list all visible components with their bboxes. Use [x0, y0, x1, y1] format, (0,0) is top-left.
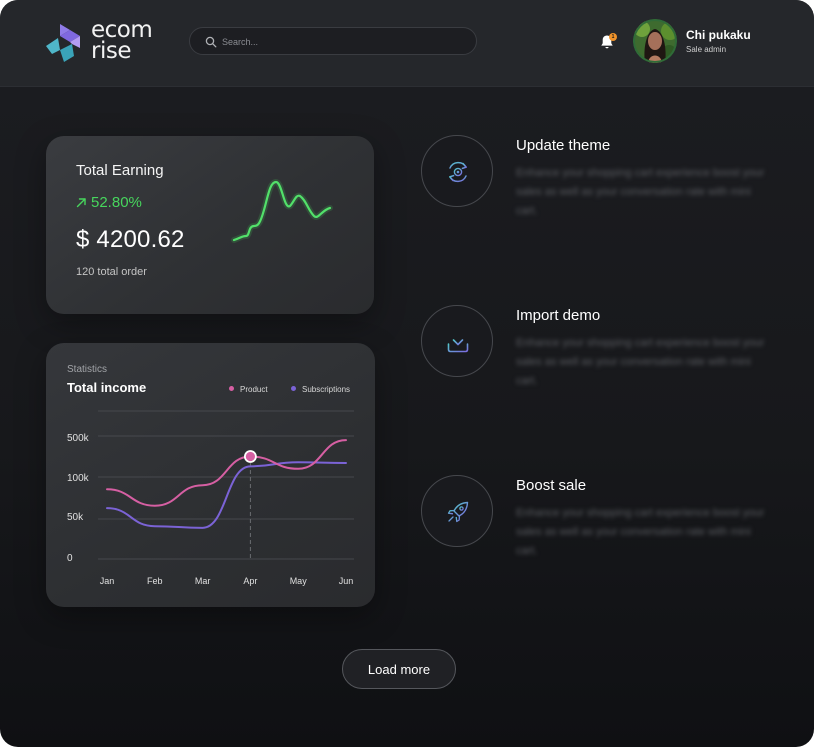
y-tick-label: 50k — [67, 512, 84, 523]
boost-sale-button[interactable] — [421, 475, 493, 547]
gear-sync-icon — [449, 161, 467, 183]
dashboard: ecom rise 1 — [0, 0, 814, 747]
user-name[interactable]: Chi pukaku — [686, 28, 751, 42]
x-tick-label: Feb — [147, 576, 163, 586]
x-tick-label: May — [290, 576, 308, 586]
download-icon — [447, 331, 469, 353]
y-tick-label: 500k — [67, 433, 90, 444]
avatar-image — [633, 19, 677, 63]
import-demo-description: Enhance your shopping cart experience bo… — [516, 337, 765, 387]
y-tick-label: 0 — [67, 553, 73, 564]
notification-badge: 1 — [609, 33, 617, 41]
user-role: Sale admin — [686, 45, 727, 54]
boost-sale-description: Enhance your shopping cart experience bo… — [516, 507, 765, 557]
highlight-point — [243, 450, 257, 463]
x-tick-label: Mar — [195, 576, 211, 586]
x-tick-label: Jan — [100, 576, 115, 586]
brand-name: ecom rise — [91, 17, 153, 64]
earning-percent: 52.80% — [91, 194, 142, 211]
x-tick-label: Apr — [243, 576, 257, 586]
logo-mark-icon — [46, 24, 80, 62]
brand-logo[interactable]: ecom rise — [46, 17, 166, 64]
import-demo-button[interactable] — [421, 305, 493, 377]
y-tick-label: 100k — [67, 473, 90, 484]
rocket-icon — [447, 501, 469, 523]
earning-sparkline — [231, 179, 333, 243]
earning-title: Total Earning — [76, 162, 164, 179]
avatar[interactable] — [633, 19, 677, 63]
search-input[interactable] — [220, 32, 464, 52]
search-bar[interactable] — [189, 27, 477, 55]
search-icon — [205, 36, 217, 48]
income-chart: 500k 100k 50k 0 Jan Feb Mar Apr May Jun — [67, 410, 354, 586]
update-theme-button[interactable] — [421, 135, 493, 207]
x-tick-label: Jun — [339, 576, 354, 586]
top-bar: ecom rise 1 — [0, 0, 814, 87]
earning-orders: 120 total order — [76, 266, 147, 278]
statistics-card: Statistics Total income Product Subscrip… — [46, 343, 375, 607]
update-theme-description: Enhance your shopping cart experience bo… — [516, 167, 765, 217]
update-theme-title: Update theme — [516, 137, 611, 154]
boost-sale-title: Boost sale — [516, 477, 587, 494]
load-more-button[interactable]: Load more — [342, 649, 456, 689]
arrow-up-right-icon — [76, 198, 86, 208]
total-earning-card: Total Earning 52.80% $ 4200.62 120 total… — [46, 136, 374, 314]
import-demo-title: Import demo — [516, 307, 601, 324]
earning-amount: $ 4200.62 — [76, 226, 185, 253]
